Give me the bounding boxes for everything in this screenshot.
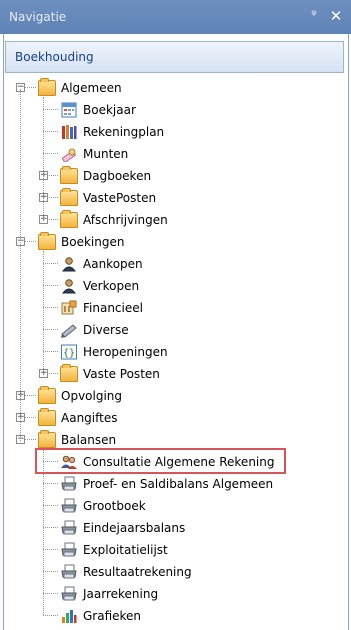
tree-item[interactable]: Financieel (60, 297, 143, 318)
tree-connector (43, 571, 58, 572)
tree-item[interactable]: Afschrijvingen (60, 209, 168, 230)
tree-connector (43, 329, 58, 330)
folder-icon (60, 165, 78, 184)
tree-item-label: Aankopen (83, 256, 143, 271)
panel-title: Navigatie (9, 10, 67, 24)
tree-connector (43, 131, 58, 132)
person-icon (60, 256, 78, 272)
tree-connector (43, 153, 58, 154)
tree-connector (43, 483, 58, 484)
tree-item[interactable]: Grootboek (60, 495, 146, 516)
braces-icon: {} (60, 344, 78, 360)
tree-item[interactable]: Exploitatielijst (60, 539, 168, 560)
tree-item[interactable]: Aangiftes (38, 407, 117, 428)
printer-icon (60, 586, 78, 602)
tree-item[interactable]: Boekjaar (60, 99, 136, 120)
printer-icon (60, 564, 78, 580)
printer-icon (60, 520, 78, 536)
tree-connector (43, 527, 58, 528)
tree-item-label: Resultaatrekening (83, 564, 192, 579)
tree-item[interactable]: Munten (60, 143, 128, 164)
tree-item-label: Jaarrekening (83, 586, 159, 601)
svg-text:{}: {} (63, 348, 75, 359)
folder-icon (60, 209, 78, 228)
tree-item-label: Dagboeken (83, 168, 152, 183)
folder-icon (60, 363, 78, 382)
tree-connector (43, 505, 58, 506)
tree-item[interactable]: Jaarrekening (60, 583, 158, 604)
tab-label: Boekhouding (15, 50, 94, 64)
bank-icon (60, 300, 78, 316)
folder-icon (38, 231, 56, 250)
tree-connector (43, 549, 58, 550)
tree-item[interactable]: Aankopen (60, 253, 143, 274)
tree-item-label: Diverse (83, 322, 129, 337)
tree-item-label: Financieel (83, 300, 143, 315)
tree-item[interactable]: Grafieken (60, 605, 141, 626)
tree-item-label: Aangiftes (61, 410, 118, 425)
tree-guide (20, 89, 21, 441)
selection-highlight (35, 448, 286, 474)
navigation-panel (3, 34, 349, 630)
person-icon (60, 278, 78, 294)
coins-icon (60, 146, 78, 163)
folder-icon (60, 187, 78, 206)
tree-item-label: Grafieken (83, 608, 142, 623)
tree-connector (43, 285, 58, 286)
tree-connector (43, 307, 58, 308)
tree-item-label: Afschrijvingen (83, 212, 168, 227)
tree-connector (43, 615, 58, 616)
tree-item[interactable]: Diverse (60, 319, 129, 340)
books-icon (60, 124, 78, 140)
tree-item-label: Rekeningplan (83, 124, 165, 139)
folder-icon (38, 77, 56, 96)
printer-icon (60, 542, 78, 558)
tree-item-label: Munten (83, 146, 129, 161)
tree-item[interactable]: Eindejaarsbalans (60, 517, 185, 538)
tree-item-label: Verkopen (83, 278, 140, 293)
tab-boekhouding[interactable]: Boekhouding (5, 41, 344, 73)
tree-item[interactable]: Boekingen (38, 231, 124, 252)
tree-item-label: VastePosten (83, 190, 157, 205)
tree-item-label: Boekjaar (83, 102, 136, 117)
folder-icon (38, 407, 56, 426)
tree-connector (43, 263, 58, 264)
printer-icon (60, 498, 78, 514)
tree-item-label: Vaste Posten (83, 366, 160, 381)
tree-item[interactable]: Vaste Posten (60, 363, 160, 384)
close-icon[interactable]: ✕ (328, 7, 344, 25)
tree-guide (43, 97, 44, 219)
tree-item[interactable]: Resultaatrekening (60, 561, 192, 582)
tree-item-label: Exploitatielijst (83, 542, 168, 557)
tree-item[interactable]: Rekeningplan (60, 121, 164, 142)
tree-item[interactable]: Verkopen (60, 275, 139, 296)
tree-item[interactable]: Proef- en Saldibalans Algemeen (60, 473, 273, 494)
tree-item-label: Heropeningen (83, 344, 168, 359)
tree-item-label: Proef- en Saldibalans Algemeen (83, 476, 274, 491)
tree-connector (43, 109, 58, 110)
navigation-panel-titlebar: Navigatie ᵠ ✕ (0, 0, 351, 34)
tree-item[interactable]: Dagboeken (60, 165, 151, 186)
chart-icon (60, 608, 78, 624)
tree-item-label: Balansen (61, 432, 117, 447)
printer-icon (60, 476, 78, 492)
tree-item[interactable]: Opvolging (38, 385, 122, 406)
tree-connector (43, 351, 58, 352)
pen-icon (60, 322, 78, 338)
tree-item[interactable]: {} Heropeningen (60, 341, 168, 362)
tree-connector (43, 593, 58, 594)
tree-item-label: Eindejaarsbalans (83, 520, 186, 535)
tree-item-label: Boekingen (61, 234, 125, 249)
pin-icon[interactable]: ᵠ (307, 8, 321, 24)
calendar-icon (60, 102, 78, 118)
tree-item-label: Algemeen (61, 80, 122, 95)
tree-item-label: Opvolging (61, 388, 123, 403)
folder-icon (38, 385, 56, 404)
tree-guide (43, 251, 44, 373)
tree-item[interactable]: VastePosten (60, 187, 156, 208)
tree-item-label: Grootboek (83, 498, 146, 513)
tree-item[interactable]: Balansen (38, 429, 116, 450)
folder-icon (38, 429, 56, 448)
tree-item[interactable]: Algemeen (38, 77, 122, 98)
